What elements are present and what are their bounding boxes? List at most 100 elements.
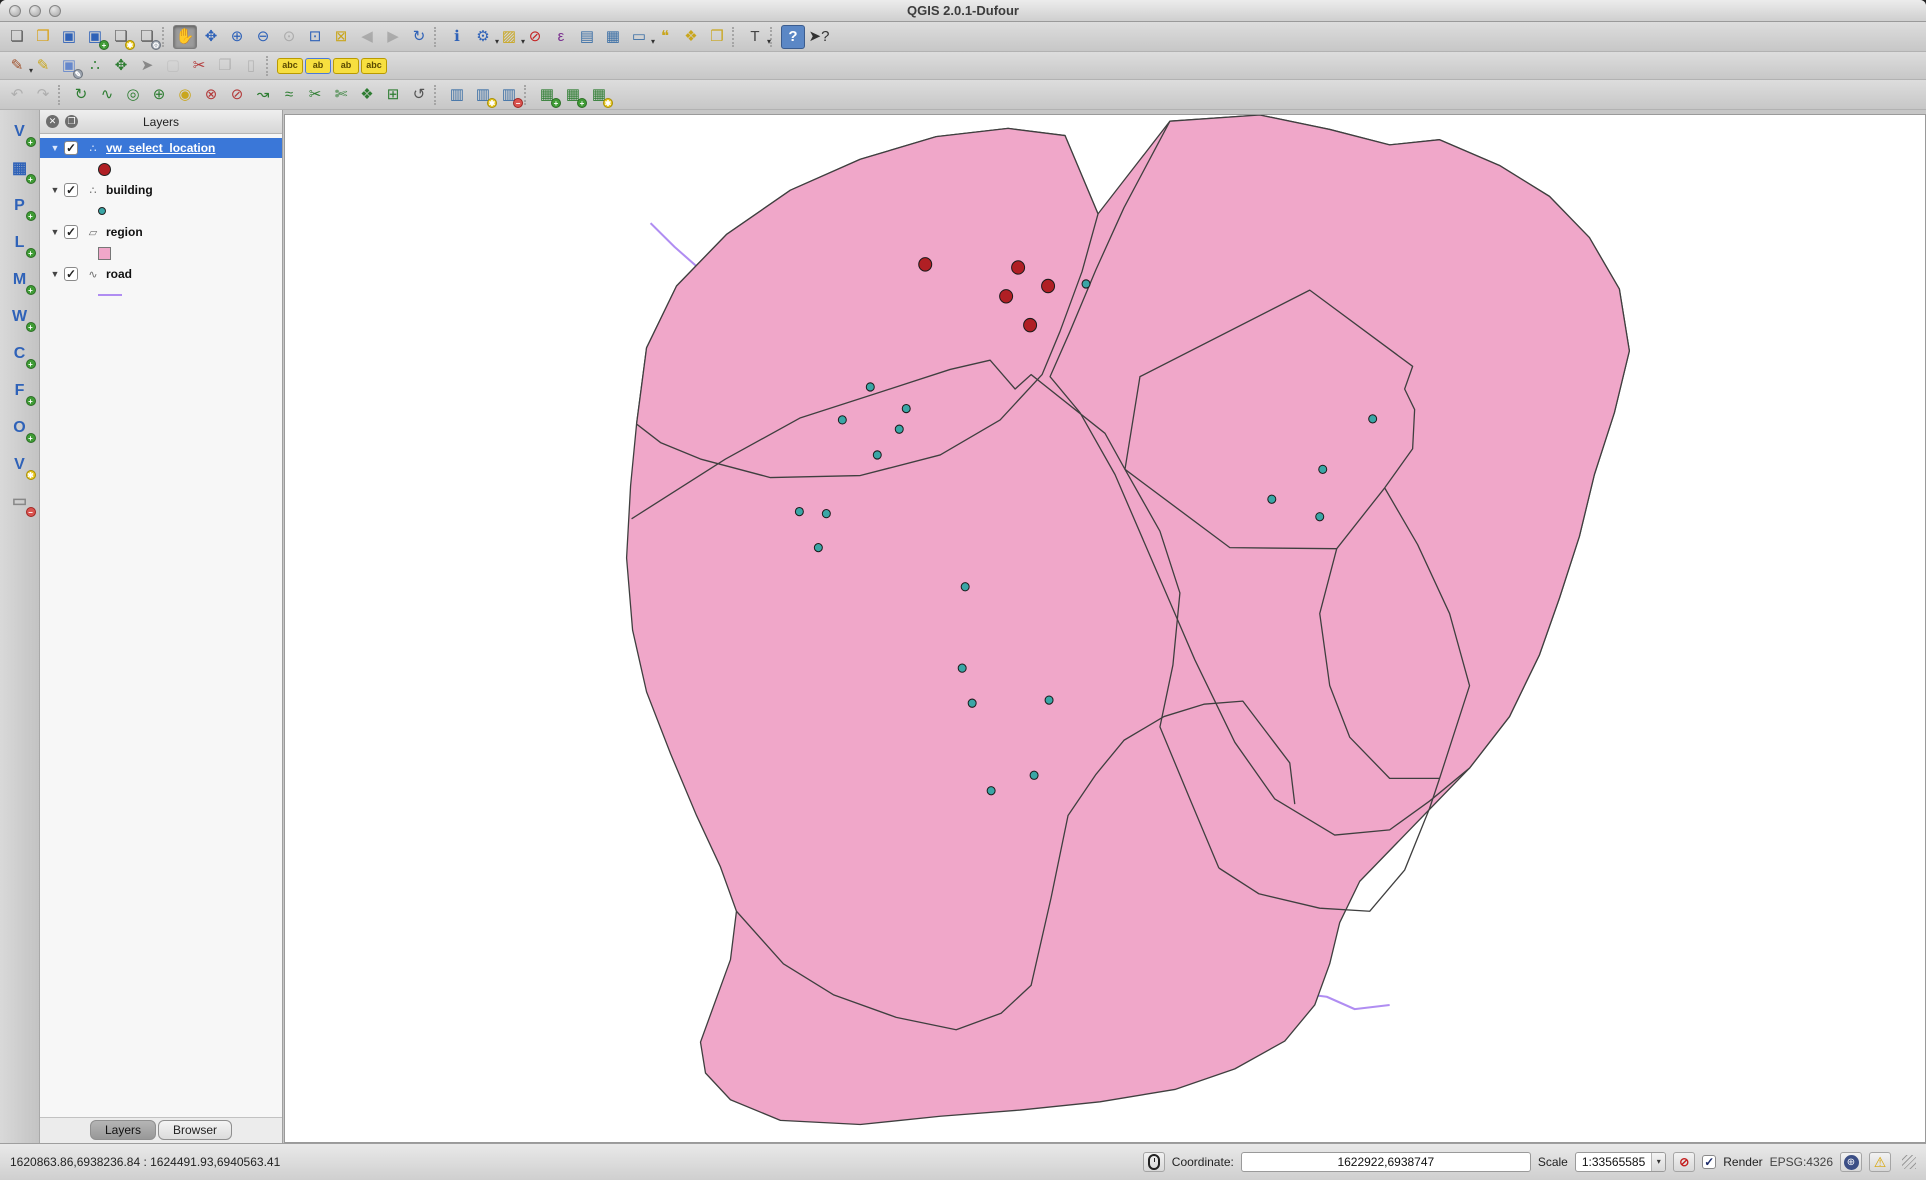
zoom-full-extent-icon[interactable]: ⊡ [303, 25, 327, 49]
layer-item-vw_select_location[interactable]: ▼✓∴vw_select_location [40, 138, 282, 158]
expander-icon[interactable]: ▼ [48, 227, 62, 237]
show-bookmarks-icon[interactable]: ❒ [705, 25, 729, 49]
add-wfs-layer-icon[interactable]: F+ [6, 377, 34, 405]
add-oracle-layer-icon[interactable]: O+ [6, 414, 34, 442]
scale-combo[interactable]: 1:33565585 ▾ [1575, 1152, 1666, 1172]
stop-render-button[interactable]: ⊘ [1673, 1152, 1695, 1172]
panel-tab-browser[interactable]: Browser [158, 1120, 232, 1140]
zoom-next-icon[interactable]: ▶ [381, 25, 405, 49]
vector-table-add-icon[interactable]: ▦+ [535, 83, 559, 107]
open-attribute-table-icon[interactable]: ▤ [575, 25, 599, 49]
add-ring-icon[interactable]: ◎ [121, 83, 145, 107]
current-edits-icon[interactable]: ✎▾ [5, 54, 29, 78]
layer-labeling-icon[interactable]: abc [277, 58, 303, 74]
layer-histogram-stretch-icon[interactable]: ▥ [445, 83, 469, 107]
new-print-composer-icon[interactable]: ❏✱ [109, 25, 133, 49]
save-project-as-icon[interactable]: ▣+ [83, 25, 107, 49]
new-project-icon[interactable]: ❏ [5, 25, 29, 49]
save-project-icon[interactable]: ▣ [57, 25, 81, 49]
pan-map-icon[interactable]: ✋ [173, 25, 197, 49]
field-calculator-icon[interactable]: ▦ [601, 25, 625, 49]
add-raster-layer-icon[interactable]: ▦+ [6, 155, 34, 183]
merge-feature-attributes-icon[interactable]: ⊞ [381, 83, 405, 107]
save-layer-edits-icon[interactable]: ▣✎ [57, 54, 81, 78]
layer-visibility-checkbox[interactable]: ✓ [64, 225, 78, 239]
whats-this-icon[interactable]: ➤? [807, 25, 831, 49]
refresh-map-icon[interactable]: ↻ [407, 25, 431, 49]
run-feature-action-icon[interactable]: ⚙▾ [471, 25, 495, 49]
add-spatialite-layer-icon[interactable]: L+ [6, 229, 34, 257]
add-wcs-layer-icon[interactable]: C+ [6, 340, 34, 368]
select-by-expression-icon[interactable]: ε [549, 25, 573, 49]
paste-features-icon[interactable]: ▯ [239, 54, 263, 78]
expander-icon[interactable]: ▼ [48, 185, 62, 195]
toggle-extents-mouse-button[interactable] [1143, 1152, 1165, 1172]
redo-icon[interactable]: ↷ [31, 83, 55, 107]
add-wms-layer-icon[interactable]: W+ [6, 303, 34, 331]
zoom-in-icon[interactable]: ⊕ [225, 25, 249, 49]
reshape-features-icon[interactable]: ↝ [251, 83, 275, 107]
remove-layer-icon[interactable]: ▭− [6, 488, 34, 516]
layer-visibility-checkbox[interactable]: ✓ [64, 267, 78, 281]
delete-selected-icon[interactable]: ▢ [161, 54, 185, 78]
undo-icon[interactable]: ↶ [5, 83, 29, 107]
zoom-last-icon[interactable]: ◀ [355, 25, 379, 49]
copy-features-icon[interactable]: ❐ [213, 54, 237, 78]
change-label-icon[interactable]: abc [361, 58, 387, 74]
coordinate-input[interactable]: 1622922,6938747 [1241, 1152, 1531, 1172]
text-annotation-icon[interactable]: T▾ [743, 25, 767, 49]
map-canvas[interactable] [284, 114, 1926, 1143]
move-feature-icon[interactable]: ✥ [109, 54, 133, 78]
zoom-out-icon[interactable]: ⊖ [251, 25, 275, 49]
layer-histogram-remove-icon[interactable]: ▥− [497, 83, 521, 107]
offset-curve-icon[interactable]: ≈ [277, 83, 301, 107]
deselect-all-icon[interactable]: ⊘ [523, 25, 547, 49]
add-postgis-layer-icon[interactable]: P+ [6, 192, 34, 220]
node-tool-icon[interactable]: ➤ [135, 54, 159, 78]
merge-features-icon[interactable]: ❖ [355, 83, 379, 107]
simplify-feature-icon[interactable]: ∿ [95, 83, 119, 107]
layer-histogram-full-stretch-icon[interactable]: ▥✱ [471, 83, 495, 107]
layer-visibility-checkbox[interactable]: ✓ [64, 141, 78, 155]
crs-status-button[interactable]: ⊕ [1840, 1152, 1862, 1172]
layer-name[interactable]: road [106, 267, 132, 281]
split-parts-icon[interactable]: ✄ [329, 83, 353, 107]
layer-item-region[interactable]: ▼✓▱region [40, 222, 282, 242]
delete-part-icon[interactable]: ⊘ [225, 83, 249, 107]
new-bookmark-icon[interactable]: ❖ [679, 25, 703, 49]
layer-visibility-checkbox[interactable]: ✓ [64, 183, 78, 197]
render-checkbox[interactable]: ✓ [1702, 1155, 1716, 1169]
zoom-native-icon[interactable]: ⊙ [277, 25, 301, 49]
layer-name[interactable]: vw_select_location [106, 141, 215, 155]
layer-name[interactable]: building [106, 183, 153, 197]
composer-manager-icon[interactable]: ❏⚙ [135, 25, 159, 49]
expander-icon[interactable]: ▼ [48, 269, 62, 279]
messages-button[interactable]: ⚠ [1869, 1152, 1891, 1172]
vector-table-edit-icon[interactable]: ▦✱ [587, 83, 611, 107]
rotate-feature-icon[interactable]: ↻ [69, 83, 93, 107]
zoom-to-selection-icon[interactable]: ⊠ [329, 25, 353, 49]
toggle-editing-icon[interactable]: ✎ [31, 54, 55, 78]
help-contents-icon[interactable]: ? [781, 25, 805, 49]
rotate-point-symbols-icon[interactable]: ↺ [407, 83, 431, 107]
add-part-icon[interactable]: ⊕ [147, 83, 171, 107]
cut-features-icon[interactable]: ✂ [187, 54, 211, 78]
scale-dropdown-icon[interactable]: ▾ [1651, 1153, 1665, 1171]
move-label-icon[interactable]: ab [305, 58, 331, 74]
add-vector-layer-icon[interactable]: V+ [6, 118, 34, 146]
layer-item-building[interactable]: ▼✓∴building [40, 180, 282, 200]
split-features-icon[interactable]: ✂ [303, 83, 327, 107]
panel-tab-layers[interactable]: Layers [90, 1120, 156, 1140]
delete-ring-icon[interactable]: ⊗ [199, 83, 223, 107]
identify-features-icon[interactable]: ℹ [445, 25, 469, 49]
map-tips-icon[interactable]: ❝ [653, 25, 677, 49]
measure-line-icon[interactable]: ▭▾ [627, 25, 651, 49]
fill-ring-icon[interactable]: ◉ [173, 83, 197, 107]
rotate-label-icon[interactable]: ab [333, 58, 359, 74]
resize-grip[interactable] [1902, 1155, 1916, 1169]
vector-table-new-icon[interactable]: ▦+ [561, 83, 585, 107]
open-project-icon[interactable]: ❒ [31, 25, 55, 49]
add-feature-icon[interactable]: ∴ [83, 54, 107, 78]
add-mssql-layer-icon[interactable]: M+ [6, 266, 34, 294]
layer-item-road[interactable]: ▼✓∿road [40, 264, 282, 284]
